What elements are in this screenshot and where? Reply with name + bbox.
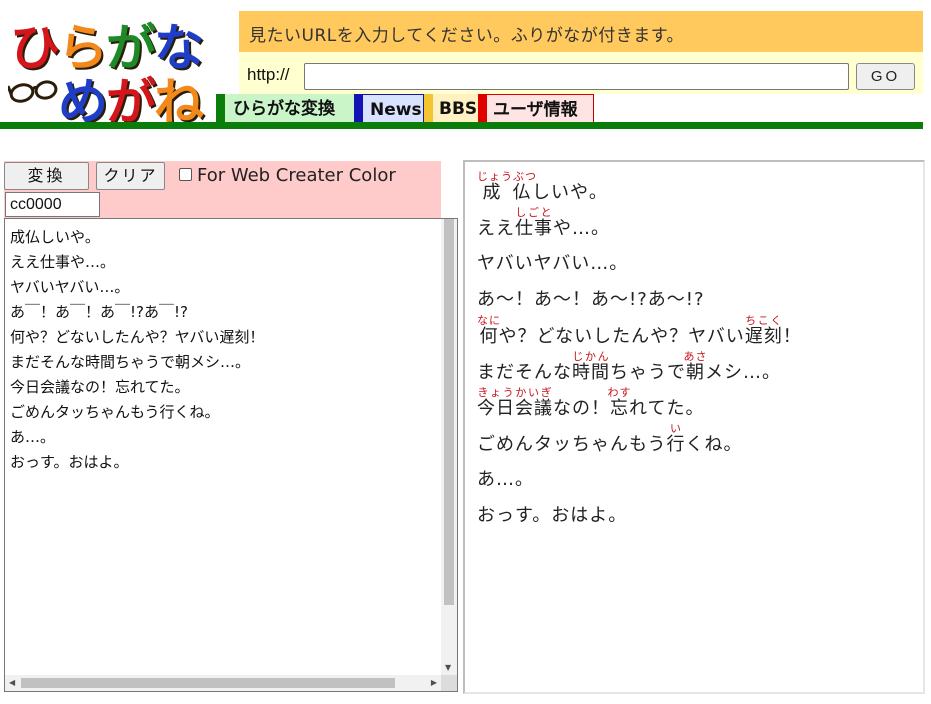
furigana-result-text: 成仏じょうぶつしいや。 ええ仕事しごとや…。 ヤバいヤバい…。 あ～！あ～！あ～!?あ… [477,170,802,530]
plain-text: メシ…。 [705,362,781,383]
plain-text: まだそんな [477,362,572,383]
furigana-reading: あさ [683,350,708,363]
kanji-base: 成仏 [477,182,537,203]
plain-text: ！ [782,326,802,347]
source-line: まだそんな時間ちゃうで朝メシ…。 [10,353,251,371]
plain-text: あ～！あ～！あ～!?あ～!? [477,289,705,310]
clear-button[interactable]: クリア [96,162,165,190]
vertical-scroll-thumb[interactable] [444,219,454,605]
go-button[interactable]: GO [856,63,915,90]
plain-text: おっす。おはよ。 [477,505,628,526]
kanji-base: 朝 [683,362,708,383]
ruby-word: 今日会議きょうかいぎ [477,386,553,419]
plain-text: しいや。 [532,182,608,203]
result-line: あ…。 [477,458,802,494]
furigana-reading: なに [477,314,501,327]
furigana-reading: ちこく [744,314,783,327]
kanji-base: 時間 [572,362,610,383]
ruby-word: 仕事しごと [515,206,553,239]
result-line: 成仏じょうぶつしいや。 [477,170,802,206]
plain-text: くね。 [685,434,743,455]
plain-text: なの！ [553,398,610,419]
plain-text: や…。 [553,218,610,239]
plain-text: ごめんタッちゃんもう [477,434,667,455]
source-line: おっす。おはよ。 [10,453,129,471]
source-line: ヤバいヤバい…。 [10,278,130,296]
url-prompt: 見たいURLを入力してください。ふりがなが付きます。 [239,11,923,52]
ruby-color-input[interactable]: cc0000 [5,192,100,217]
result-line: 今日会議きょうかいぎなの！忘わすれてた。 [477,386,802,422]
url-input[interactable] [304,63,849,90]
result-line: あ～！あ～！あ～!?あ～!? [477,278,802,314]
result-line: 何なにや？どないしたんや？ヤバい遅刻ちこく！ [477,314,802,350]
furigana-reading: わす [607,386,632,399]
plain-text: れてた。 [629,398,705,419]
furigana-reading: い [666,422,686,435]
furigana-reading: きょうかいぎ [477,386,553,399]
source-line: ええ仕事や…。 [10,253,116,271]
tab-news[interactable]: News [354,94,424,123]
ruby-word: 成仏じょうぶつ [477,170,536,203]
source-line: 今日会議なの！忘れてた。 [10,378,190,396]
furigana-reading: しごと [515,206,553,219]
scroll-left-arrow-icon[interactable]: ◀ [9,678,15,687]
kanji-base: 行 [666,434,686,455]
ruby-word: 行い [666,422,686,455]
horizontal-scroll-thumb[interactable] [21,678,395,688]
site-logo[interactable]: ひらがな めがね [4,4,214,131]
furigana-reading: じょうぶつ [477,170,537,183]
kanji-base: 遅刻 [744,326,783,347]
plain-text: ちゃうで [610,362,686,383]
kanji-base: 今日会議 [477,398,553,419]
plain-text: や？どないしたんや？ヤバい [498,326,745,347]
plain-text: ええ [477,218,515,239]
kanji-base: 何 [477,326,501,347]
scroll-down-arrow-icon[interactable]: ▼ [445,663,451,672]
kanji-base: 忘 [607,398,632,419]
header-divider [0,122,923,129]
furigana-reading: じかん [572,350,610,363]
url-prefix-label: http:// [247,65,290,84]
convert-button[interactable]: 変換 [4,162,89,190]
scroll-right-arrow-icon[interactable]: ▶ [431,678,437,687]
vertical-scrollbar[interactable]: ▼ [441,219,457,675]
scrollbar-corner [441,675,457,691]
source-line: あ…。 [10,428,56,446]
tab-hiragana-convert[interactable]: ひらがな変換 [216,94,362,123]
tab-bbs[interactable]: BBS [424,94,478,123]
ruby-word: 何なに [477,314,501,347]
furigana-result-panel: 成仏じょうぶつしいや。 ええ仕事しごとや…。 ヤバいヤバい…。 あ～！あ～！あ～!?あ… [463,160,925,694]
ruby-word: 遅刻ちこく [744,314,783,347]
result-line: ええ仕事しごとや…。 [477,206,802,242]
web-creator-color-checkbox[interactable] [179,168,192,181]
plain-text: ヤバいヤバい…。 [477,253,629,274]
result-line: ごめんタッちゃんもう行いくね。 [477,422,802,458]
ruby-word: 忘わす [607,386,632,419]
result-line: ヤバいヤバい…。 [477,242,802,278]
editor-toolbar: 変換 クリア For Web Creater Color cc0000 [4,161,441,218]
result-line: おっす。おはよ。 [477,494,802,530]
result-line: まだそんな時間じかんちゃうで朝あさメシ…。 [477,350,802,386]
url-form: http:// GO [239,52,923,94]
web-creator-color-label: For Web Creater Color [197,165,396,186]
tab-user-info[interactable]: ユーザ情報 [478,94,594,123]
source-line: 成仏しいや。 [10,228,100,246]
source-text-area[interactable]: 成仏しいや。 ええ仕事や…。 ヤバいヤバい…。あ￣！あ￣！あ￣!?あ￣!? 何や？どな… [4,218,458,692]
source-text: 成仏しいや。 ええ仕事や…。 ヤバいヤバい…。あ￣！あ￣！あ￣!?あ￣!? 何や？どな… [10,225,264,475]
source-line: ごめんタッちゃんもう行くね。 [10,403,220,421]
glasses-icon [8,80,58,103]
source-line: あ￣！あ￣！あ￣!?あ￣!? [10,303,188,321]
ruby-word: 朝あさ [683,350,708,383]
horizontal-scrollbar[interactable]: ◀ ▶ [5,675,457,691]
plain-text: あ…。 [477,469,534,490]
kanji-base: 仕事 [515,218,553,239]
ruby-word: 時間じかん [572,350,610,383]
source-line: 何や？どないしたんや？ヤバい遅刻！ [10,328,265,346]
